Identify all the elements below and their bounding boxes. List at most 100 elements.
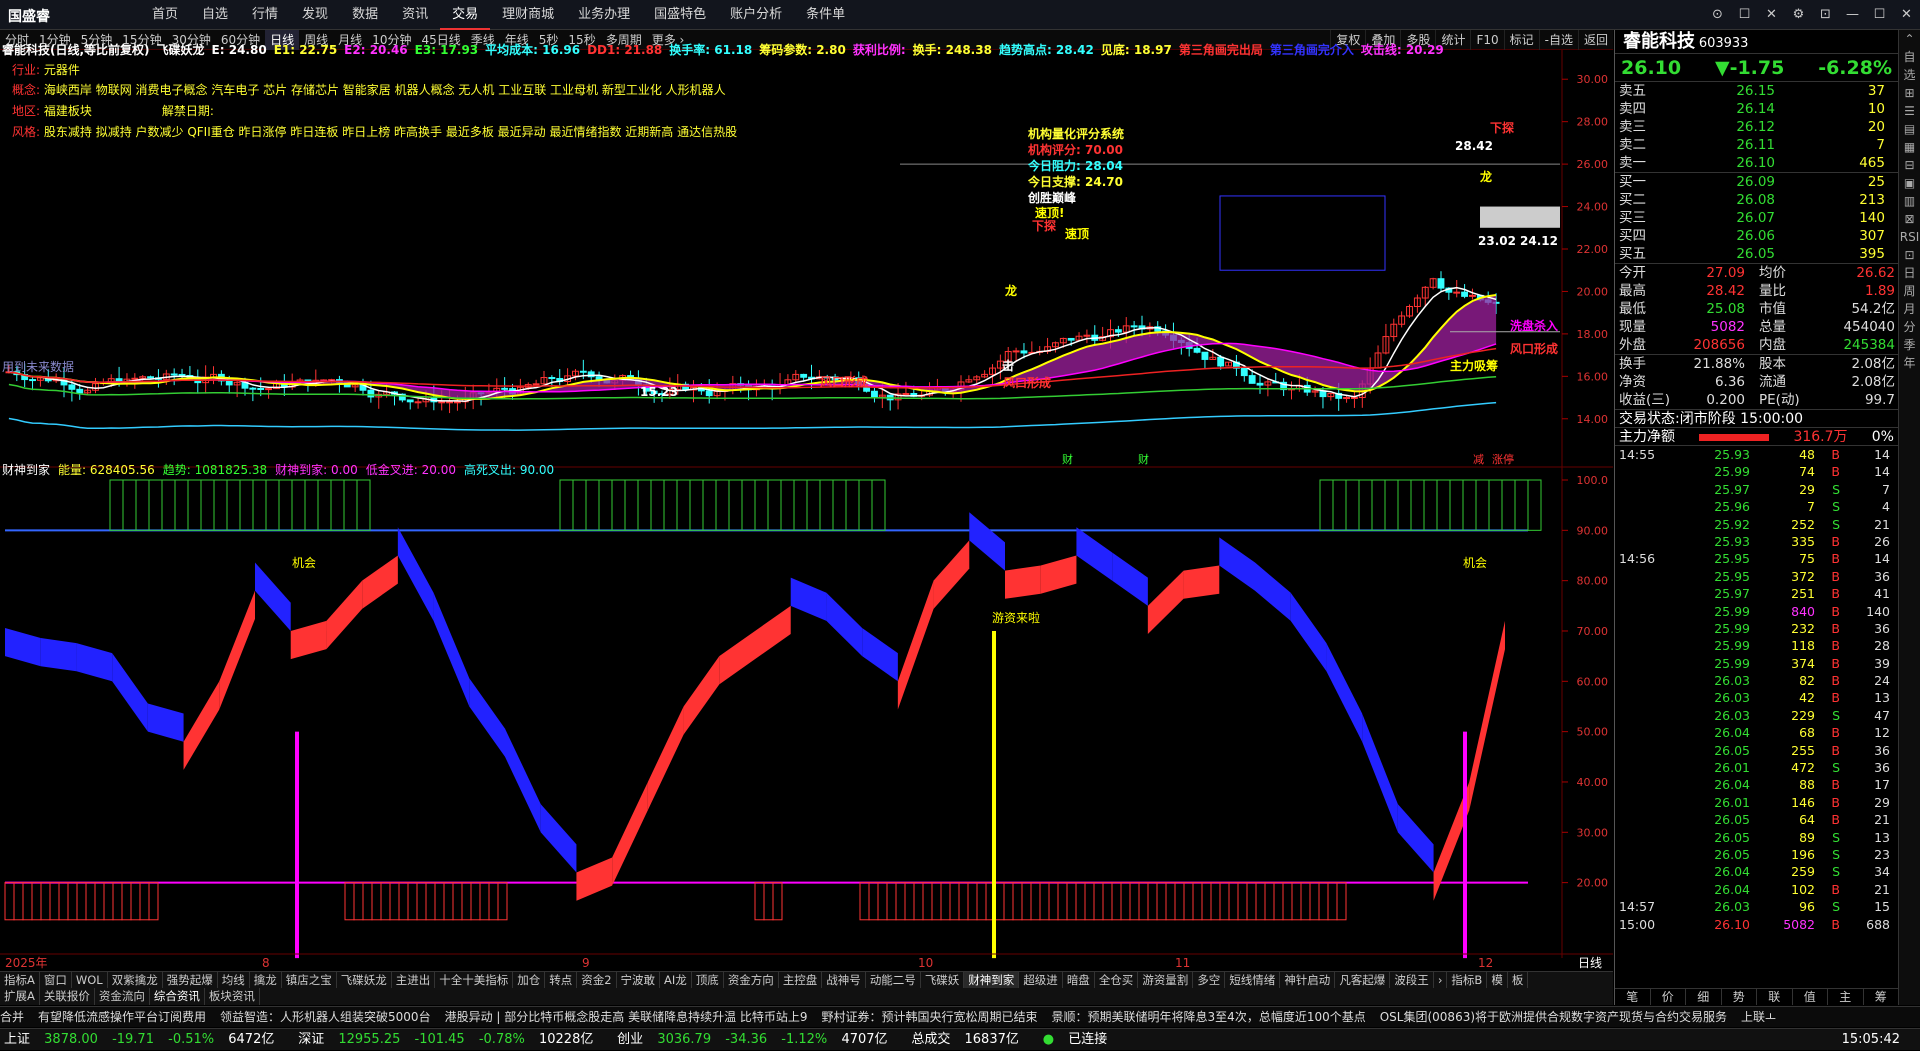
quote-tab-0[interactable]: 笔 bbox=[1615, 989, 1651, 1005]
news-item-7[interactable]: 上联ㅗ bbox=[1741, 1007, 1790, 1027]
sidebar-button-9[interactable]: ⊠ bbox=[1899, 210, 1920, 228]
tool-button-6[interactable]: -自选 bbox=[1538, 30, 1578, 50]
info-tab-0[interactable]: 扩展A bbox=[0, 988, 40, 1005]
tool-button-7[interactable]: 返回 bbox=[1577, 30, 1613, 50]
indicator-tab-13[interactable]: 资金2 bbox=[577, 972, 617, 988]
indicator-tab-23[interactable]: 超级进 bbox=[1019, 972, 1063, 988]
indicator-tab-15[interactable]: AI龙 bbox=[660, 972, 692, 988]
indicator-tab-5[interactable]: 均线 bbox=[218, 972, 250, 988]
quote-row[interactable]: 买三 26.07 140 bbox=[1615, 209, 1898, 227]
top-menu-item-1[interactable]: 自选 bbox=[190, 0, 240, 30]
indicator-tab-14[interactable]: 宁波敢 bbox=[617, 972, 661, 988]
news-item-4[interactable]: 野村证券：预计韩国央行宽松周期已结束 bbox=[822, 1007, 1052, 1027]
window-button-4-icon[interactable]: ⊡ bbox=[1812, 0, 1839, 30]
indicator-tab-20[interactable]: 动能二号 bbox=[866, 972, 921, 988]
indicator-tab-26[interactable]: 游资量割 bbox=[1138, 972, 1194, 988]
sidebar-button-7[interactable]: ▣ bbox=[1899, 174, 1920, 192]
tick-list[interactable]: 14:55 25.93 48 B 14 25.99 74 B 14 25.97 29 S 7 25.96 7… bbox=[1615, 446, 1898, 933]
quote-tab-4[interactable]: 联 bbox=[1757, 989, 1793, 1005]
info-tab-1[interactable]: 关联报价 bbox=[40, 988, 95, 1005]
news-item-6[interactable]: OSL集团(00863)将于欧洲提供合规数字资产现货与合约交易服务 bbox=[1380, 1007, 1741, 1027]
indicator-tab-21[interactable]: 飞碟妖 bbox=[921, 972, 965, 988]
quote-tab-1[interactable]: 价 bbox=[1651, 989, 1686, 1005]
news-item-2[interactable]: 领益智造：人形机器人组装突破5000台 bbox=[220, 1007, 445, 1027]
indicator-title[interactable]: 财神到家 bbox=[2, 463, 50, 477]
quote-row[interactable]: 买四 26.06 307 bbox=[1615, 227, 1898, 245]
quote-row[interactable]: 买二 26.08 213 bbox=[1615, 191, 1898, 209]
quote-row[interactable]: 卖四 26.14 10 bbox=[1615, 100, 1898, 118]
sidebar-button-13[interactable]: 周 bbox=[1899, 282, 1920, 300]
quote-row[interactable]: 卖二 26.11 7 bbox=[1615, 136, 1898, 154]
sidebar-button-4[interactable]: ▤ bbox=[1899, 120, 1920, 138]
indicator-tab-2[interactable]: WOL bbox=[72, 972, 108, 988]
news-item-5[interactable]: 景顺：预期美联储明年将降息3至4次，总幅度近100个基点 bbox=[1052, 1007, 1380, 1027]
quote-tab-6[interactable]: 主 bbox=[1828, 989, 1864, 1005]
top-menu-item-6[interactable]: 交易 bbox=[440, 0, 491, 30]
window-button-3-icon[interactable]: ⚙ bbox=[1785, 0, 1812, 30]
sidebar-button-0[interactable]: ⌃ bbox=[1899, 30, 1920, 48]
news-item-3[interactable]: 港股异动 | 部分比特币概念股走高 美联储降息持续升温 比特币站上9 bbox=[445, 1007, 822, 1027]
quote-row[interactable]: 卖三 26.12 20 bbox=[1615, 118, 1898, 136]
indicator-tab-6[interactable]: 擒龙 bbox=[250, 972, 282, 988]
indicator-tab-22[interactable]: 财神到家 bbox=[964, 972, 1020, 988]
quote-tab-3[interactable]: 势 bbox=[1722, 989, 1757, 1005]
top-menu-item-0[interactable]: 首页 bbox=[140, 0, 190, 30]
indicator-tab-0[interactable]: 指标A bbox=[0, 972, 40, 988]
cy-index[interactable]: 创业 3036.79 -34.36 -1.12% 4707亿 bbox=[617, 1029, 907, 1051]
news-item-0[interactable]: 合并 bbox=[0, 1007, 38, 1027]
top-menu-item-5[interactable]: 资讯 bbox=[390, 0, 440, 30]
indicator-tab-11[interactable]: 加仓 bbox=[513, 972, 546, 988]
indicator-tab-35[interactable]: 板 bbox=[1508, 972, 1529, 988]
quote-tab-7[interactable]: 筹 bbox=[1864, 989, 1899, 1005]
indicator-tab-29[interactable]: 神针启动 bbox=[1280, 972, 1336, 988]
indicator-tab-18[interactable]: 主控盘 bbox=[779, 972, 823, 988]
quote-row[interactable]: 卖五 26.15 37 bbox=[1615, 82, 1898, 100]
top-menu-item-8[interactable]: 业务办理 bbox=[566, 0, 642, 30]
indicator-tab-25[interactable]: 全仓买 bbox=[1095, 972, 1139, 988]
sidebar-button-12[interactable]: 日 bbox=[1899, 264, 1920, 282]
indicator-tab-8[interactable]: 飞碟妖龙 bbox=[337, 972, 392, 988]
sidebar-button-6[interactable]: ⊟ bbox=[1899, 156, 1920, 174]
indicator-tab-32[interactable]: › bbox=[1434, 972, 1448, 988]
top-menu-item-9[interactable]: 国盛特色 bbox=[642, 0, 718, 30]
sidebar-button-16[interactable]: 季 bbox=[1899, 336, 1920, 354]
indicator-tab-34[interactable]: 模 bbox=[1487, 972, 1508, 988]
info-tab-2[interactable]: 资金流向 bbox=[95, 988, 150, 1005]
window-button-1-icon[interactable]: ☐ bbox=[1731, 0, 1758, 30]
window-button-5-icon[interactable]: — bbox=[1839, 0, 1866, 30]
indicator-tab-30[interactable]: 凡客起爆 bbox=[1335, 972, 1391, 988]
news-item-1[interactable]: 有望降低流感操作平台订阅费用 bbox=[38, 1007, 220, 1027]
sidebar-button-8[interactable]: ▥ bbox=[1899, 192, 1920, 210]
tool-button-5[interactable]: 标记 bbox=[1503, 30, 1539, 50]
indicator-tab-16[interactable]: 顶底 bbox=[692, 972, 724, 988]
indicator-tab-10[interactable]: 十全十美指标 bbox=[435, 972, 514, 988]
quote-row[interactable]: 买一 26.09 25 bbox=[1615, 173, 1898, 191]
indicator-chart[interactable]: 100.0 90.00 80.00 70.00 60.00 50.00 40.00 30.00… bbox=[0, 463, 1613, 970]
indicator-tab-27[interactable]: 多空 bbox=[1193, 972, 1226, 988]
sidebar-button-5[interactable]: ▦ bbox=[1899, 138, 1920, 156]
indicator-tab-4[interactable]: 强势起爆 bbox=[163, 972, 218, 988]
indicator-svg[interactable]: 100.0 90.00 80.00 70.00 60.00 50.00 40.00 30.00… bbox=[0, 468, 1613, 973]
window-button-2-icon[interactable]: ✕ bbox=[1758, 0, 1785, 30]
quote-row[interactable]: 买五 26.05 395 bbox=[1615, 245, 1898, 263]
sidebar-button-17[interactable]: 年 bbox=[1899, 354, 1920, 372]
sidebar-button-1[interactable]: 自选 bbox=[1899, 48, 1920, 84]
top-menu-item-7[interactable]: 理财商城 bbox=[490, 0, 566, 30]
indicator-tab-19[interactable]: 战神号 bbox=[822, 972, 866, 988]
indicator-tab-17[interactable]: 资金方向 bbox=[724, 972, 779, 988]
sidebar-button-10[interactable]: RSI bbox=[1899, 228, 1920, 246]
indicator-tab-9[interactable]: 主进出 bbox=[392, 972, 436, 988]
indicator-tab-3[interactable]: 双紫擒龙 bbox=[108, 972, 163, 988]
indicator-tab-28[interactable]: 短线情绪 bbox=[1225, 972, 1281, 988]
top-menu-item-3[interactable]: 发现 bbox=[290, 0, 340, 30]
kline-chart[interactable]: 30.00 28.00 26.00 24.00 22.00 20.00 18.00 16.00… bbox=[0, 43, 1613, 468]
window-button-0-icon[interactable]: ⊙ bbox=[1704, 0, 1731, 30]
quote-tab-5[interactable]: 值 bbox=[1793, 989, 1828, 1005]
top-menu-item-10[interactable]: 账户分析 bbox=[718, 0, 794, 30]
indicator-tab-33[interactable]: 指标B bbox=[1447, 972, 1488, 988]
sidebar-button-14[interactable]: 月 bbox=[1899, 300, 1920, 318]
quote-row[interactable]: 卖一 26.10 465 bbox=[1615, 154, 1898, 172]
sidebar-button-2[interactable]: ⊞ bbox=[1899, 84, 1920, 102]
sidebar-button-3[interactable]: ☰ bbox=[1899, 102, 1920, 120]
top-menu-item-2[interactable]: 行情 bbox=[240, 0, 290, 30]
